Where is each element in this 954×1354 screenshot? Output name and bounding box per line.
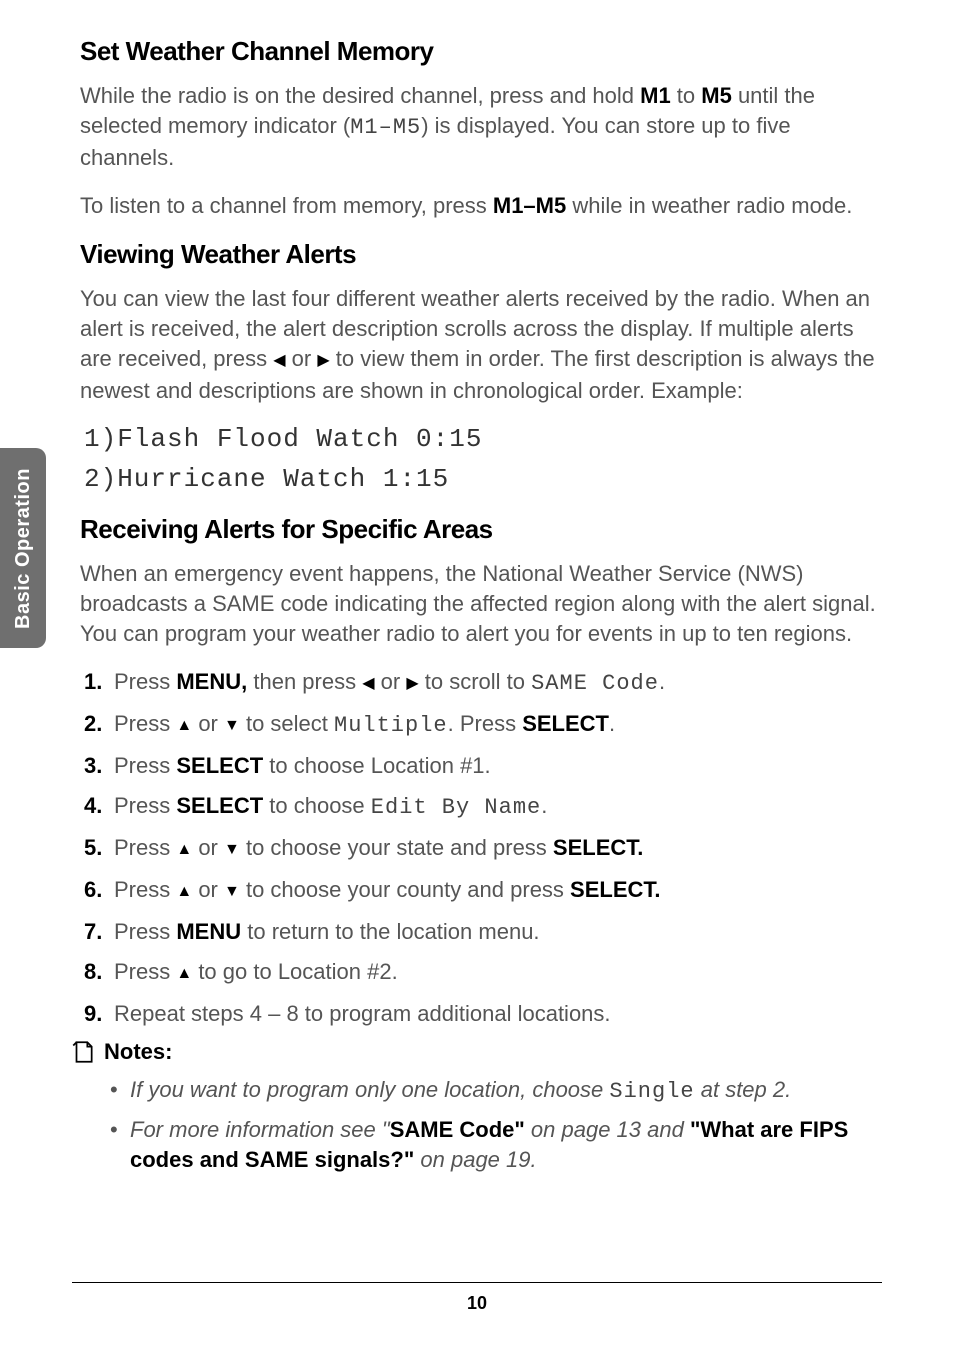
- key-menu: MENU: [176, 919, 241, 944]
- text: at step 2.: [695, 1077, 792, 1102]
- up-arrow-icon: ▲: [176, 711, 192, 741]
- key-menu: MENU,: [176, 669, 247, 694]
- heading-viewing-weather-alerts: Viewing Weather Alerts: [80, 239, 884, 270]
- step-4: Press SELECT to choose Edit By Name.: [84, 791, 884, 823]
- down-arrow-icon: ▼: [224, 711, 240, 741]
- text: Press: [114, 959, 176, 984]
- footer-rule: [72, 1282, 882, 1283]
- lcd-single: Single: [609, 1079, 694, 1104]
- step-7: Press MENU to return to the location men…: [84, 917, 884, 947]
- steps-list: Press MENU, then press ◀ or ▶ to scroll …: [80, 667, 884, 1029]
- text: while in weather radio mode.: [566, 193, 852, 218]
- text: or: [192, 835, 224, 860]
- document-page: Basic Operation Set Weather Channel Memo…: [0, 0, 954, 1354]
- text: or: [192, 877, 224, 902]
- key-select: SELECT: [522, 711, 609, 736]
- notes-label: Notes:: [104, 1039, 172, 1065]
- text: to choose your state and press: [240, 835, 553, 860]
- right-arrow-icon: ▶: [317, 346, 329, 376]
- text: To listen to a channel from memory, pres…: [80, 193, 493, 218]
- paragraph: To listen to a channel from memory, pres…: [80, 191, 884, 221]
- note-1: If you want to program only one location…: [110, 1075, 884, 1107]
- text: to choose: [263, 793, 371, 818]
- step-8: Press ▲ to go to Location #2.: [84, 957, 884, 989]
- key-select: SELECT: [176, 793, 263, 818]
- key-m1-m5: M1–M5: [493, 193, 566, 218]
- text: or: [192, 711, 224, 736]
- key-select: SELECT.: [570, 877, 660, 902]
- text: or: [375, 669, 407, 694]
- lcd-indicator: M1–M5: [350, 115, 421, 140]
- sidebar-label: Basic Operation: [12, 468, 35, 629]
- left-arrow-icon: ◀: [273, 346, 285, 376]
- page-number: 10: [0, 1293, 954, 1314]
- up-arrow-icon: ▲: [176, 959, 192, 989]
- sidebar-tab: Basic Operation: [0, 448, 46, 648]
- text: . Press: [448, 711, 523, 736]
- key-select: SELECT: [176, 753, 263, 778]
- text: Press: [114, 835, 176, 860]
- text: to scroll to: [419, 669, 531, 694]
- paragraph: When an emergency event happens, the Nat…: [80, 559, 884, 649]
- down-arrow-icon: ▼: [224, 835, 240, 865]
- text: to choose Location #1.: [263, 753, 491, 778]
- key-m5: M5: [701, 83, 732, 108]
- notes-list: If you want to program only one location…: [80, 1075, 884, 1175]
- lcd-example-2: 2)Hurricane Watch 1:15: [84, 464, 884, 494]
- up-arrow-icon: ▲: [176, 877, 192, 907]
- text: Press: [114, 793, 176, 818]
- up-arrow-icon: ▲: [176, 835, 192, 865]
- text: on page 13 and: [525, 1117, 690, 1142]
- key-m1: M1: [640, 83, 671, 108]
- key-select: SELECT.: [553, 835, 643, 860]
- text: Press: [114, 877, 176, 902]
- text: If you want to program only one location…: [130, 1077, 609, 1102]
- lcd-example-1: 1)Flash Flood Watch 0:15: [84, 424, 884, 454]
- text: Press: [114, 919, 176, 944]
- text: on page 19.: [414, 1147, 536, 1172]
- text: .: [659, 669, 665, 694]
- note-icon: [70, 1039, 96, 1065]
- text: Press: [114, 753, 176, 778]
- heading-set-weather-channel-memory: Set Weather Channel Memory: [80, 36, 884, 67]
- page-footer: 10: [0, 1282, 954, 1314]
- down-arrow-icon: ▼: [224, 877, 240, 907]
- step-6: Press ▲ or ▼ to choose your county and p…: [84, 875, 884, 907]
- lcd-same-code: SAME Code: [531, 671, 659, 696]
- text: .: [541, 793, 547, 818]
- paragraph: You can view the last four different wea…: [80, 284, 884, 406]
- text: Press: [114, 669, 176, 694]
- left-arrow-icon: ◀: [362, 669, 374, 699]
- text: or: [286, 346, 318, 371]
- text: For more information see ": [130, 1117, 390, 1142]
- step-1: Press MENU, then press ◀ or ▶ to scroll …: [84, 667, 884, 699]
- note-2: For more information see "SAME Code" on …: [110, 1115, 884, 1175]
- step-2: Press ▲ or ▼ to select Multiple. Press S…: [84, 709, 884, 741]
- lcd-edit-by-name: Edit By Name: [371, 795, 541, 820]
- heading-receiving-alerts: Receiving Alerts for Specific Areas: [80, 514, 884, 545]
- text: to choose your county and press: [240, 877, 570, 902]
- text: to select: [240, 711, 334, 736]
- right-arrow-icon: ▶: [406, 669, 418, 699]
- text: .: [609, 711, 615, 736]
- step-5: Press ▲ or ▼ to choose your state and pr…: [84, 833, 884, 865]
- paragraph: While the radio is on the desired channe…: [80, 81, 884, 173]
- step-3: Press SELECT to choose Location #1.: [84, 751, 884, 781]
- lcd-multiple: Multiple: [334, 713, 448, 738]
- text: Press: [114, 711, 176, 736]
- text: to go to Location #2.: [192, 959, 398, 984]
- ref-same-code: SAME Code": [390, 1117, 525, 1142]
- step-9: Repeat steps 4 – 8 to program additional…: [84, 999, 884, 1029]
- notes-header: Notes:: [70, 1039, 884, 1065]
- text: to return to the location menu.: [241, 919, 539, 944]
- text: then press: [247, 669, 362, 694]
- text: to: [671, 83, 702, 108]
- text: While the radio is on the desired channe…: [80, 83, 640, 108]
